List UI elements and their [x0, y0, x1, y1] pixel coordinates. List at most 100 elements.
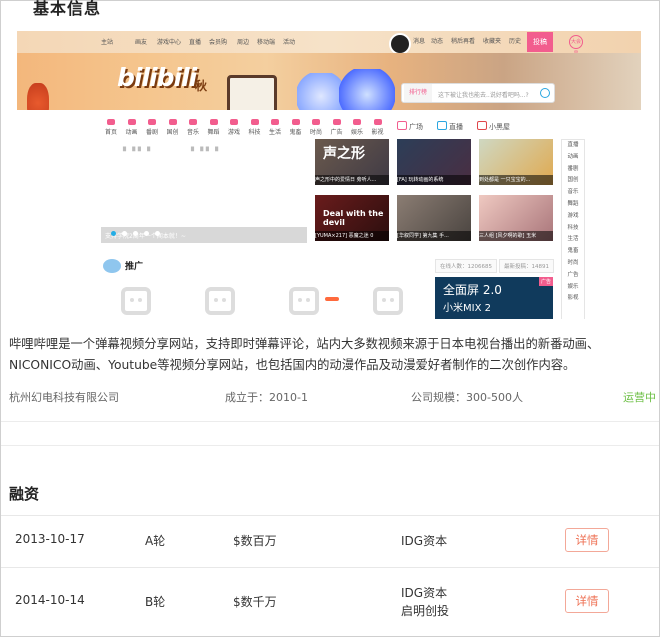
- topbar-item: 活动: [283, 39, 296, 46]
- vip-badge: 大会员: [569, 35, 583, 57]
- category-icon: [291, 119, 300, 125]
- topbar-item: 主站: [101, 39, 114, 46]
- category-icon: [332, 119, 341, 125]
- bilibili-topbar: 主站 画友 游戏中心 直播 会员购 周边 移动端 活动 消息 动态 稍后再看 收…: [17, 31, 641, 57]
- detail-button[interactable]: 详情: [565, 589, 609, 613]
- nav-extra-live: 直播: [437, 121, 463, 132]
- section-title-financing: 融资: [9, 485, 40, 503]
- nav-item-label: 广告: [330, 129, 343, 136]
- section-title-basic-info: 基本信息: [33, 0, 102, 18]
- mascot-22: [297, 73, 345, 110]
- nav-item: 广告: [327, 119, 347, 136]
- company-name: 杭州幻电科技有限公司: [9, 391, 119, 404]
- category-icon: [168, 119, 177, 125]
- category-icon: [250, 119, 259, 125]
- carousel-caption: 支持学院2周年一个闻本就！~: [101, 227, 307, 243]
- video-thumbnail: 三人组 [风夕啊的歌] 玉米: [479, 195, 553, 241]
- website-screenshot: 主站 画友 游戏中心 直播 会员购 周边 移动端 活动 消息 动态 稍后再看 收…: [17, 31, 641, 319]
- category-icon: [107, 119, 115, 125]
- nav-item: 娱乐: [347, 119, 367, 136]
- operating-status: 运营中: [623, 391, 656, 404]
- nav-item: 国创: [163, 119, 183, 136]
- nav-item-label: 舞蹈: [207, 129, 220, 136]
- divider: [1, 445, 659, 446]
- financing-date: 2014-10-14: [15, 593, 85, 607]
- category-icon: [353, 119, 361, 125]
- nav-item-label: 首页: [104, 129, 117, 136]
- side-category-item: 科技: [567, 224, 579, 231]
- side-category-item: 鬼畜: [567, 248, 579, 255]
- contribute-button: 投稿: [527, 32, 553, 52]
- nav-item: 舞蹈: [204, 119, 224, 136]
- table-divider: [1, 515, 659, 516]
- category-nav: 首页 动画 番剧 国创 音乐 舞蹈 游戏 科技 生活 鬼畜 时尚 广告 娱乐 影视: [101, 119, 641, 139]
- page-frame: 基本信息 主站 画友 游戏中心 直播 会员购 周边 移动端 活动 消息 动态 稍…: [0, 0, 660, 637]
- carousel: ▘▝ ▘▝ ▘▝ ▘▝ 支持学院2周年一个闻本就！~: [101, 139, 307, 243]
- financing-investor: 启明创投: [401, 604, 450, 618]
- nav-item: 音乐: [183, 119, 203, 136]
- tv-placeholder-icon: [121, 287, 151, 315]
- lantern-decoration: [27, 83, 49, 110]
- nav-item: 动画: [122, 119, 142, 136]
- online-count: 在线人数：1206685: [435, 259, 497, 273]
- nav-item-label: 生活: [268, 129, 281, 136]
- bilibili-logo: bilibili: [117, 63, 197, 92]
- financing-investor: IDG资本: [401, 586, 448, 600]
- search-icon: [540, 88, 550, 98]
- category-icon: [230, 119, 238, 125]
- nav-item: 影视: [368, 119, 388, 136]
- side-category-item: 音乐: [567, 189, 579, 196]
- video-thumbnail: [华叙同学] 第九集 手...: [397, 195, 471, 241]
- nav-item-label: 科技: [248, 129, 261, 136]
- financing-date: 2013-10-17: [15, 532, 85, 546]
- topbar-item: 画友: [135, 39, 148, 46]
- side-category-item: 生活: [567, 236, 579, 243]
- rank-label: 排行榜: [404, 84, 432, 102]
- financing-amount: $数千万: [233, 595, 277, 609]
- divider: [1, 421, 659, 422]
- nav-item-label: 时尚: [309, 129, 322, 136]
- side-category-item: 直播: [567, 142, 579, 148]
- nav-item: 科技: [245, 119, 265, 136]
- category-icon: [373, 119, 382, 125]
- topbar-item: 直播: [189, 39, 202, 46]
- nav-item-label: 番剧: [145, 129, 158, 136]
- tv-placeholder-icon: ▘▝ ▘▝: [191, 147, 219, 156]
- nav-item-label: 音乐: [186, 129, 199, 136]
- category-icon: [271, 119, 279, 125]
- tv-placeholder-icon: [205, 287, 235, 315]
- xiaomi-ad: 全面屏 2.0 小米MIX 2 广告: [435, 277, 553, 319]
- video-thumbnail: 到处都是 一只宝宝的...: [479, 139, 553, 185]
- topbar-right-item: 消息: [413, 38, 426, 45]
- video-thumbnail: Deal with the devil [YUMA×217] 恶魔之迷 0: [315, 195, 389, 241]
- side-category-item: 番剧: [567, 165, 579, 172]
- nav-item: 生活: [265, 119, 285, 136]
- user-avatar: [389, 33, 411, 55]
- topbar-item: 游戏中心: [157, 39, 182, 46]
- side-category-list: 直播 动画 番剧 国创 音乐 舞蹈 游戏 科技 生活 鬼畜 时尚 广告 娱乐 影视: [561, 139, 585, 319]
- financing-round: B轮: [145, 595, 166, 609]
- topbar-right-item: 稍后再看: [451, 38, 476, 45]
- nav-item-label: 鬼畜: [289, 129, 302, 136]
- category-icon: [312, 119, 320, 125]
- category-icon: [127, 119, 136, 125]
- detail-button[interactable]: 详情: [565, 528, 609, 552]
- tv-placeholder-icon: [373, 287, 403, 315]
- topbar-right-item: 动态: [431, 38, 444, 45]
- nav-item-label: 动画: [125, 129, 138, 136]
- side-category-item: 国创: [567, 177, 579, 184]
- topbar-right-item: 历史: [509, 38, 522, 45]
- tv-placeholder-icon: [289, 287, 319, 315]
- category-icon: [148, 119, 156, 125]
- category-icon: [189, 119, 197, 125]
- topbar-item: 周边: [237, 39, 250, 46]
- carousel-dots: [105, 231, 301, 238]
- table-divider: [1, 567, 659, 568]
- side-category-item: 游戏: [567, 212, 579, 219]
- founded-date: 成立于：2010-1: [225, 391, 308, 404]
- company-description: 哔哩哔哩是一个弹幕视频分享网站，支持即时弹幕评论，站内大多数视频来源于日本电视台…: [9, 337, 600, 372]
- topbar-item: 会员购: [209, 39, 228, 46]
- nav-item: 时尚: [306, 119, 326, 136]
- nav-extra-blackroom: 小黑屋: [477, 121, 510, 132]
- nav-item: 游戏: [224, 119, 244, 136]
